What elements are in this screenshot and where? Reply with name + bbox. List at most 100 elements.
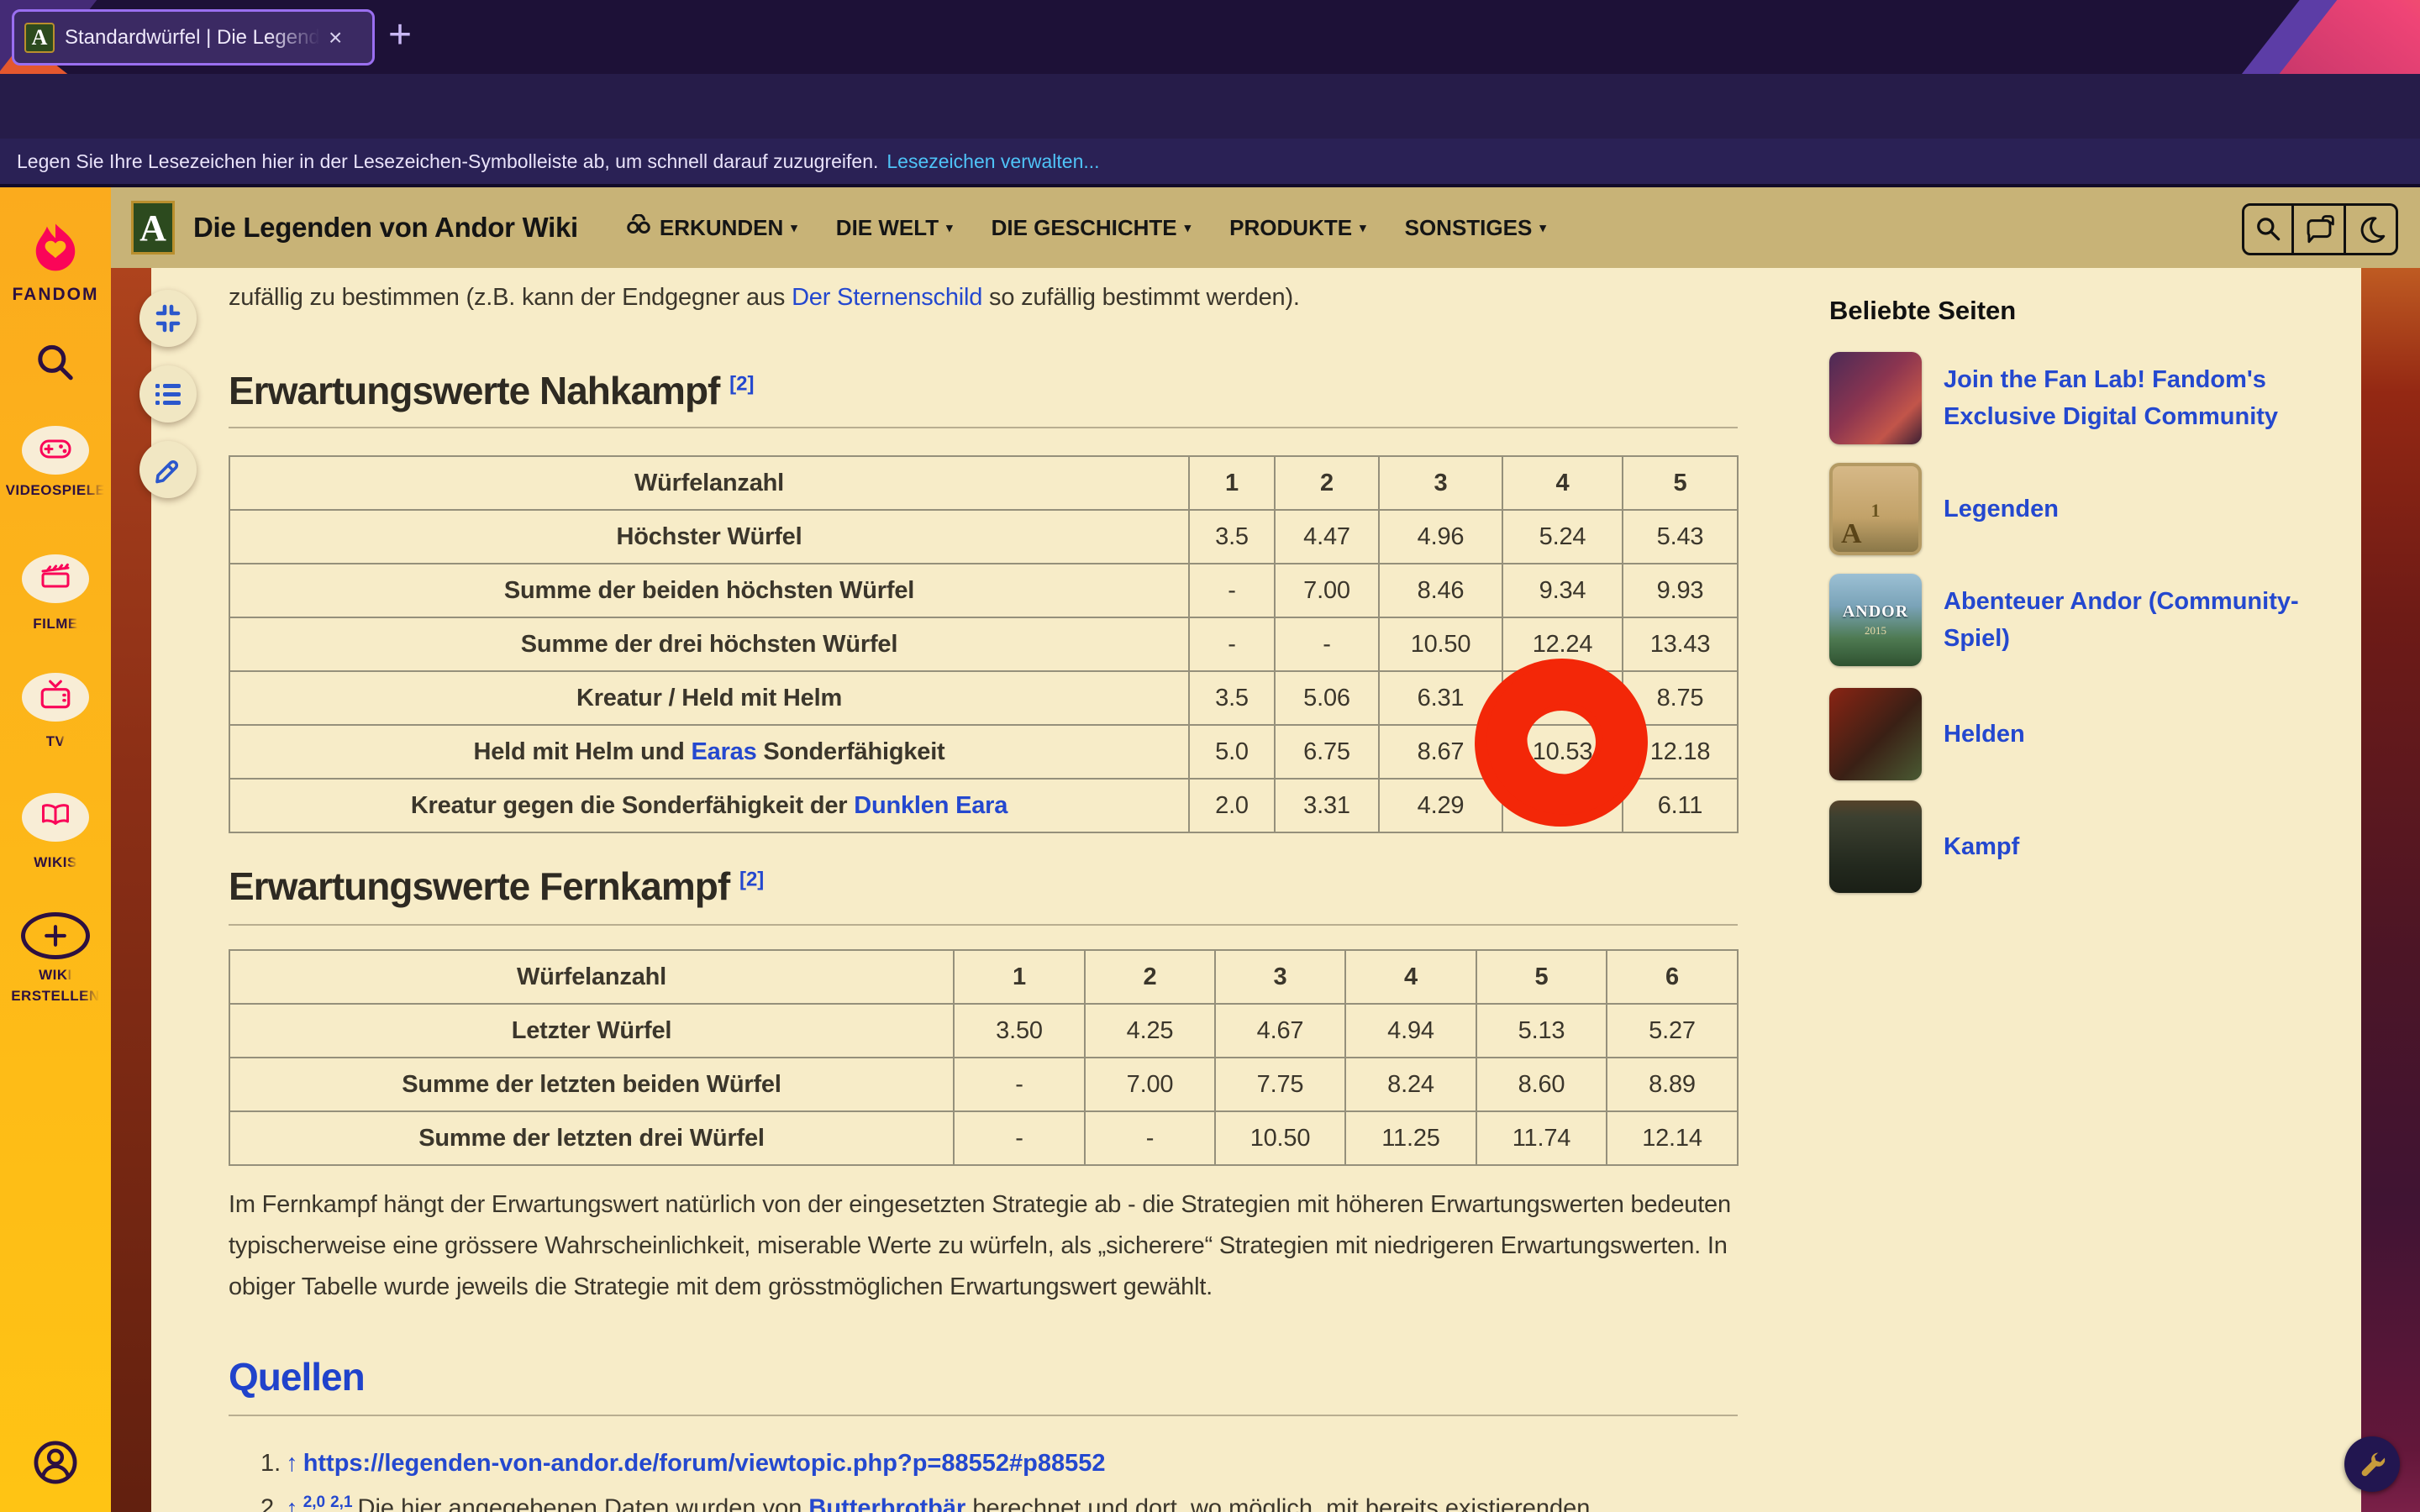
- clapperboard-icon: [37, 560, 74, 598]
- forum-link[interactable]: https://legenden-von-andor.de/forum/view…: [303, 1450, 1106, 1477]
- table-row: Letzter Würfel3.504.254.674.945.135.27: [229, 1004, 1738, 1058]
- wiki-logo[interactable]: A: [131, 201, 175, 255]
- chevron-down-icon: ▾: [1539, 220, 1546, 235]
- table-header-row: Würfelanzahl12345: [229, 456, 1738, 510]
- wiki-create-icon[interactable]: [0, 912, 111, 959]
- discussions-button[interactable]: [2294, 203, 2346, 255]
- quellen-heading: Quellen: [229, 1354, 365, 1399]
- wiki-search-button[interactable]: [2242, 203, 2294, 255]
- rail-item-label[interactable]: TV: [46, 733, 66, 750]
- thumb-legenden[interactable]: A1: [1829, 463, 1922, 555]
- gamepad-icon: [36, 432, 75, 470]
- popular-page-item[interactable]: Join the Fan Lab! Fandom's Exclusive Dig…: [1829, 352, 2361, 444]
- popular-page-link[interactable]: Kampf: [1944, 828, 2355, 865]
- wrench-tools-button[interactable]: [2344, 1436, 2400, 1492]
- table-row: Held mit Helm und Earas Sonderfähigkeit5…: [229, 725, 1738, 779]
- nav-item-sonstiges[interactable]: SONSTIGES▾: [1405, 215, 1546, 241]
- wiki-header: A Die Legenden von Andor Wiki ERKUNDEN▾ D…: [111, 187, 2420, 268]
- fandom-sidebar: FANDOM VIDEOSPIELE FILME TV WIKIS WIKI ERST…: [0, 187, 111, 1512]
- table-row: Summe der beiden höchsten Würfel-7.008.4…: [229, 564, 1738, 617]
- fernkampf-heading: Erwartungswerte Fernkampf [2]: [229, 864, 764, 909]
- nav-item-die-geschichte[interactable]: DIE GESCHICHTE▾: [992, 215, 1192, 241]
- divider: [229, 924, 1738, 926]
- divider: [229, 1415, 1738, 1416]
- manage-bookmarks-link[interactable]: Lesezeichen verwalten...: [886, 150, 1099, 173]
- rail-item-filme[interactable]: [0, 554, 111, 603]
- edit-pencil-button[interactable]: [139, 441, 197, 498]
- ref-up-arrow[interactable]: ↑: [281, 1450, 303, 1477]
- wiki-create-label[interactable]: WIKI: [39, 967, 72, 984]
- chevron-down-icon: ▾: [791, 220, 797, 235]
- nahkampf-table: Würfelanzahl12345Höchster Würfel3.54.474…: [229, 455, 1737, 833]
- intro-paragraph: zufällig zu bestimmen (z.B. kann der End…: [229, 284, 1738, 312]
- sternenschild-link[interactable]: Der Sternenschild: [792, 284, 982, 311]
- tv-icon: [37, 678, 74, 717]
- browser-window: A Standardwürfel | Die Legenden v × + ht…: [0, 0, 2420, 1512]
- tab-bar: A Standardwürfel | Die Legenden v × +: [0, 0, 2420, 74]
- rail-item-tv[interactable]: [0, 673, 111, 722]
- account-icon[interactable]: [0, 1439, 111, 1486]
- page-background-art: [2361, 268, 2420, 1512]
- reference-link[interactable]: [2]: [729, 373, 754, 396]
- rail-item-videospiele[interactable]: [0, 426, 111, 475]
- rail-item-label[interactable]: FILME: [33, 616, 78, 633]
- popular-page-link[interactable]: Abenteuer Andor (Community-Spiel): [1944, 583, 2355, 657]
- thumb-kampf[interactable]: [1829, 801, 1922, 893]
- fandom-brand-label[interactable]: FANDOM: [13, 285, 99, 305]
- popular-page-link[interactable]: Join the Fan Lab! Fandom's Exclusive Dig…: [1944, 361, 2355, 435]
- rail-item-label[interactable]: WIKIS: [34, 854, 77, 871]
- tab-title: Standardwürfel | Die Legenden v: [65, 26, 325, 50]
- popular-page-item[interactable]: Kampf: [1829, 801, 2361, 893]
- browser-tab[interactable]: A Standardwürfel | Die Legenden v ×: [12, 9, 375, 66]
- explore-icon: [625, 214, 652, 242]
- nav-item-die-welt[interactable]: DIE WELT▾: [836, 215, 953, 241]
- nav-item-erkunden[interactable]: ERKUNDEN▾: [625, 214, 797, 242]
- thumb-helden[interactable]: [1829, 688, 1922, 780]
- dark-mode-moon-button[interactable]: [2346, 203, 2398, 255]
- table-row: Summe der letzten drei Würfel--10.5011.2…: [229, 1111, 1738, 1165]
- chevron-down-icon: ▾: [1360, 220, 1366, 235]
- fernkampf-table: Würfelanzahl123456Letzter Würfel3.504.25…: [229, 949, 1737, 1166]
- table-row: Kreatur / Held mit Helm3.55.066.318.75: [229, 671, 1738, 725]
- wiki-link[interactable]: Dunklen Eara: [854, 792, 1007, 819]
- popular-page-link[interactable]: Legenden: [1944, 491, 2355, 528]
- ref-backlink[interactable]: 2,0: [303, 1494, 330, 1511]
- table-header-row: Würfelanzahl123456: [229, 950, 1738, 1004]
- wiki-create-label[interactable]: ERSTELLEN: [11, 988, 100, 1005]
- popular-page-item[interactable]: ANDOR2015 Abenteuer Andor (Community-Spie…: [1829, 574, 2361, 666]
- wiki-link[interactable]: Earas: [692, 738, 757, 765]
- rail-item-label[interactable]: VIDEOSPIELE: [6, 482, 106, 499]
- new-tab-button[interactable]: +: [388, 12, 412, 58]
- popular-page-item[interactable]: A1 Legenden: [1829, 463, 2361, 555]
- table-row: Summe der drei höchsten Würfel--10.5012.…: [229, 617, 1738, 671]
- fandom-flame-icon[interactable]: [0, 221, 111, 276]
- fernkampf-paragraph: Im Fernkampf hängt der Erwartungswert na…: [229, 1184, 1738, 1308]
- thumb-abenteuer[interactable]: ANDOR2015: [1829, 574, 1922, 666]
- rail-item-wikis[interactable]: [0, 793, 111, 842]
- reference-link[interactable]: [2]: [739, 869, 764, 891]
- table-of-contents-button[interactable]: [139, 365, 197, 423]
- wiki-nav: ERKUNDEN▾ DIE WELT▾ DIE GESCHICHTE▾ PRODUKT…: [625, 214, 1546, 242]
- tab-close-icon[interactable]: ×: [329, 26, 342, 50]
- bookmarks-notification-bar: Legen Sie Ihre Lesezeichen hier in der L…: [0, 139, 2420, 187]
- popular-page-item[interactable]: Helden: [1829, 688, 2361, 780]
- nahkampf-heading: Erwartungswerte Nahkampf [2]: [229, 368, 755, 413]
- butterbrotbaer-link[interactable]: Butterbrotbär: [808, 1495, 965, 1512]
- wiki-title[interactable]: Die Legenden von Andor Wiki: [193, 212, 578, 244]
- collapse-view-button[interactable]: [139, 290, 197, 347]
- reference-item: 1.↑https://legenden-von-andor.de/forum/v…: [260, 1450, 1105, 1478]
- thumb-fanlab[interactable]: [1829, 352, 1922, 444]
- chevron-down-icon: ▾: [946, 220, 953, 235]
- popular-pages-heading: Beliebte Seiten: [1829, 296, 2016, 326]
- wiki-favicon-icon: A: [24, 23, 55, 53]
- table-row: Höchster Würfel3.54.474.965.245.43: [229, 510, 1738, 564]
- ref-up-arrow[interactable]: ↑: [281, 1495, 303, 1512]
- reference-item: 2.↑2,02,1Die hier angegebenen Daten wurd…: [260, 1494, 1739, 1512]
- rail-search-icon[interactable]: [0, 340, 111, 387]
- header-buttons: [2242, 203, 2398, 255]
- ref-backlink[interactable]: 2,1: [330, 1494, 357, 1511]
- book-icon: [36, 799, 75, 837]
- nav-item-produkte[interactable]: PRODUKTE▾: [1229, 215, 1365, 241]
- popular-page-link[interactable]: Helden: [1944, 716, 2355, 753]
- notification-text: Legen Sie Ihre Lesezeichen hier in der L…: [17, 150, 878, 173]
